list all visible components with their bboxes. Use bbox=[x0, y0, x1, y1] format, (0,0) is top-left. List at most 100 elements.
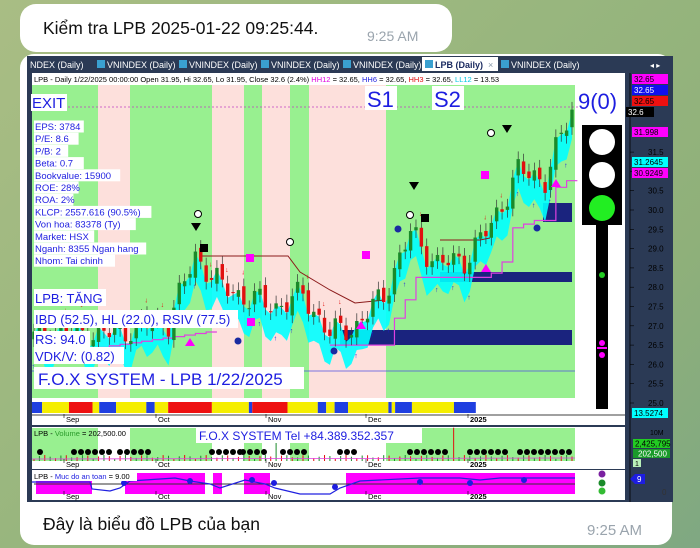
candle-body bbox=[543, 182, 547, 193]
tab-vnindex-daily[interactable]: NDEX (Daily) bbox=[30, 60, 84, 70]
price-tick-label: 31.5 bbox=[648, 148, 664, 157]
strip-segment bbox=[453, 402, 476, 413]
volume-dot bbox=[351, 449, 357, 455]
support-zone bbox=[340, 330, 572, 345]
chart-tab-icon bbox=[343, 60, 351, 68]
tab-vnindex-daily[interactable]: VNINDEX (Daily) bbox=[261, 60, 340, 70]
buy-arrow-icon: ↑ bbox=[290, 328, 294, 335]
safety-tag: 9 bbox=[637, 475, 642, 484]
candle-body bbox=[554, 137, 558, 170]
month-label: Nov bbox=[268, 492, 282, 501]
month-label: Dec bbox=[368, 460, 382, 469]
volume-dot bbox=[223, 449, 229, 455]
candle-body bbox=[220, 264, 224, 280]
zero-badge-icon bbox=[406, 211, 414, 219]
info-badge-icon bbox=[394, 225, 402, 233]
volume-dot bbox=[261, 449, 267, 455]
volume-dot bbox=[294, 449, 300, 455]
candle-body bbox=[505, 206, 510, 210]
candle-body bbox=[349, 335, 354, 338]
buy-arrow-icon: ↑ bbox=[564, 162, 568, 169]
candle-body bbox=[360, 318, 364, 321]
candle-body bbox=[301, 285, 305, 294]
candle-body bbox=[242, 286, 246, 305]
candle-body bbox=[188, 274, 192, 278]
buy-arrow-icon: ↑ bbox=[370, 331, 374, 338]
downtrend-zone bbox=[212, 85, 244, 398]
candle-body bbox=[430, 261, 434, 268]
candle-body bbox=[462, 255, 467, 274]
price-tag-label: 30.9249 bbox=[634, 169, 663, 178]
volume-dot bbox=[216, 449, 222, 455]
month-label: 2025 bbox=[470, 460, 487, 469]
buy-arrow-icon: ↑ bbox=[435, 287, 439, 294]
magenta-square-icon bbox=[247, 318, 255, 326]
candle-body bbox=[209, 277, 214, 280]
candle-body bbox=[344, 325, 348, 340]
month-label: Sep bbox=[66, 415, 79, 424]
candle-body bbox=[441, 254, 445, 263]
month-label: Oct bbox=[158, 415, 171, 424]
downtrend-zone bbox=[262, 85, 290, 398]
message-time: 9:25 AM bbox=[587, 522, 643, 539]
safety-dot bbox=[417, 479, 423, 485]
tab-vnindex-daily[interactable]: VNINDEX (Daily) bbox=[501, 60, 580, 70]
candle-body bbox=[564, 130, 569, 136]
volume-dot bbox=[442, 449, 448, 455]
tab-vnindex-daily[interactable]: VNINDEX (Daily) bbox=[179, 60, 258, 70]
strip-segment bbox=[348, 402, 389, 413]
candle-body bbox=[532, 170, 537, 181]
message-caption: Đây là biểu đồ LPB của bạn bbox=[43, 514, 260, 534]
month-label: 2025 bbox=[470, 415, 487, 424]
tab-vnindex-daily[interactable]: VNINDEX (Daily) bbox=[343, 60, 422, 70]
month-label: Oct bbox=[158, 460, 171, 469]
rs-label: RS: 94.0 bbox=[35, 332, 86, 347]
tab-lpb-daily[interactable]: LPB (Daily) × bbox=[422, 57, 498, 71]
volume-dot bbox=[254, 449, 260, 455]
month-label: Nov bbox=[268, 415, 282, 424]
tab-close-icon[interactable]: × bbox=[488, 60, 493, 70]
month-label: Dec bbox=[368, 415, 382, 424]
magenta-square-icon bbox=[481, 171, 489, 179]
volume-dot bbox=[559, 449, 565, 455]
price-tick-label: 25.5 bbox=[648, 380, 664, 389]
buy-arrow-icon: ↑ bbox=[257, 321, 261, 328]
magenta-square-icon bbox=[362, 251, 370, 259]
price-tick-label: 30.5 bbox=[648, 187, 664, 196]
volume-dot bbox=[435, 449, 441, 455]
strip-segment bbox=[92, 402, 100, 413]
volume-dot bbox=[37, 449, 43, 455]
strip-segment bbox=[116, 402, 147, 413]
volume-dot bbox=[230, 449, 236, 455]
safety-dot bbox=[521, 477, 527, 483]
message-bubble-request: Kiểm tra LPB 2025-01-22 09:25:44. 9:25 A… bbox=[20, 4, 452, 52]
chart-image[interactable]: NDEX (Daily) VNINDEX (Daily) VNINDEX (Dail… bbox=[27, 56, 673, 502]
volume-dot bbox=[407, 449, 413, 455]
buy-arrow-icon: ↑ bbox=[451, 285, 455, 292]
fundamental-item: KLCP: 2557.616 (90.5%) bbox=[35, 207, 141, 218]
tab-label: VNINDEX (Daily) bbox=[271, 60, 340, 70]
volume-dot bbox=[287, 449, 293, 455]
sell-arrow-icon: ↓ bbox=[306, 274, 310, 281]
candle-body bbox=[365, 318, 370, 323]
candle-body bbox=[457, 253, 461, 257]
tab-label: NDEX (Daily) bbox=[30, 60, 84, 70]
buy-arrow-icon: ↑ bbox=[403, 282, 407, 289]
safety-dot bbox=[249, 477, 255, 483]
tab-vnindex-daily[interactable]: VNINDEX (Daily) bbox=[97, 60, 176, 70]
volume-dot bbox=[337, 449, 343, 455]
buy-arrow-icon: ↑ bbox=[516, 191, 520, 198]
safety-title: LPB - Muc do an toan = 9.00 bbox=[34, 472, 130, 481]
tab-scroll-icon[interactable]: ◂ ▸ bbox=[650, 61, 660, 70]
volume-small-tag: 1 bbox=[635, 461, 639, 468]
green-dot-icon bbox=[598, 487, 606, 495]
green-dot-icon bbox=[599, 272, 605, 278]
info-badge-icon bbox=[330, 347, 338, 355]
chart-tab-icon bbox=[179, 60, 187, 68]
candle-body bbox=[285, 302, 289, 312]
fundamental-item: P/B: 2 bbox=[35, 146, 61, 157]
sell-arrow-icon: ↓ bbox=[225, 267, 229, 274]
candle-body bbox=[204, 265, 208, 282]
sell-arrow-icon: ↓ bbox=[338, 299, 342, 306]
sell-arrow-icon: ↓ bbox=[209, 261, 213, 268]
